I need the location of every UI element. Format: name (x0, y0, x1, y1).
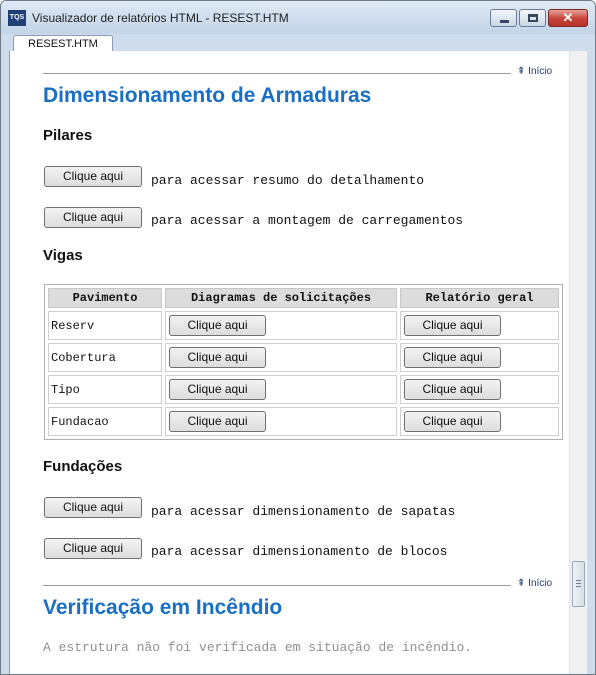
table-row: Fundacao Clique aqui Clique aqui (48, 407, 559, 436)
inicio-label: Início (528, 578, 553, 589)
tab-strip: RESEST.HTM (9, 34, 587, 52)
incendio-title: Verificação em Incêndio (43, 596, 283, 619)
inicio-label: Início (528, 66, 553, 77)
inicio-link[interactable]: ⇞ Início (517, 578, 552, 589)
diagramas-button[interactable]: Clique aqui (169, 411, 266, 432)
pavimento-cell: Reserv (48, 311, 162, 340)
col-diagramas: Diagramas de solicitações (165, 288, 397, 308)
report-page: ⇞ Início Dimensionamento de Armaduras Pi… (10, 51, 569, 674)
relatorio-cell: Clique aqui (400, 375, 559, 404)
maximize-button[interactable] (519, 9, 546, 27)
tab-resest[interactable]: RESEST.HTM (13, 35, 113, 52)
report-content: ⇞ Início Dimensionamento de Armaduras Pi… (9, 51, 587, 674)
vertical-scrollbar[interactable] (569, 51, 587, 674)
diagramas-button[interactable]: Clique aqui (169, 379, 266, 400)
window-title: Visualizador de relatórios HTML - RESEST… (32, 11, 289, 25)
table-row: Cobertura Clique aqui Clique aqui (48, 343, 559, 372)
page-up-icon: ⇞ (517, 66, 526, 77)
vigas-table: Pavimento Diagramas de solicitações Rela… (44, 284, 563, 440)
fundacoes-sapatas-text: para acessar dimensionamento de sapatas (151, 504, 456, 519)
section-divider (43, 585, 511, 586)
fundacoes-blocos-text: para acessar dimensionamento de blocos (151, 544, 448, 559)
pilares-montagem-text: para acessar a montagem de carregamentos (151, 213, 464, 228)
close-button[interactable]: ✕ (548, 9, 588, 27)
pilares-resumo-button[interactable]: Clique aqui (44, 166, 142, 187)
relatorio-button[interactable]: Clique aqui (404, 411, 501, 432)
relatorio-button[interactable]: Clique aqui (404, 347, 501, 368)
diagramas-cell: Clique aqui (165, 375, 397, 404)
relatorio-cell: Clique aqui (400, 407, 559, 436)
armaduras-title: Dimensionamento de Armaduras (43, 84, 372, 107)
relatorio-button[interactable]: Clique aqui (404, 315, 501, 336)
diagramas-button[interactable]: Clique aqui (169, 315, 266, 336)
table-header-row: Pavimento Diagramas de solicitações Rela… (48, 288, 559, 308)
tqs-app-icon: TQS (8, 10, 26, 26)
page-up-icon: ⇞ (517, 578, 526, 589)
pilares-heading: Pilares (43, 127, 93, 144)
section-divider (43, 73, 511, 74)
fundacoes-blocos-button[interactable]: Clique aqui (44, 538, 142, 559)
diagramas-cell: Clique aqui (165, 343, 397, 372)
fundacoes-heading: Fundações (43, 458, 123, 475)
table-row: Tipo Clique aqui Clique aqui (48, 375, 559, 404)
col-relatorio: Relatório geral (400, 288, 559, 308)
pilares-montagem-button[interactable]: Clique aqui (44, 207, 142, 228)
pavimento-cell: Fundacao (48, 407, 162, 436)
close-icon: ✕ (562, 10, 574, 25)
pavimento-cell: Cobertura (48, 343, 162, 372)
col-pavimento: Pavimento (48, 288, 162, 308)
minimize-button[interactable] (490, 9, 517, 27)
incendio-text: A estrutura não foi verificada em situaç… (43, 640, 473, 655)
pavimento-cell: Tipo (48, 375, 162, 404)
maximize-icon (528, 14, 538, 22)
diagramas-cell: Clique aqui (165, 407, 397, 436)
diagramas-button[interactable]: Clique aqui (169, 347, 266, 368)
relatorio-button[interactable]: Clique aqui (404, 379, 501, 400)
inicio-link[interactable]: ⇞ Início (517, 66, 552, 77)
vigas-heading: Vigas (43, 247, 83, 264)
report-viewer-window: TQS Visualizador de relatórios HTML - RE… (0, 0, 596, 675)
relatorio-cell: Clique aqui (400, 343, 559, 372)
fundacoes-sapatas-button[interactable]: Clique aqui (44, 497, 142, 518)
pilares-resumo-text: para acessar resumo do detalhamento (151, 173, 425, 188)
table-row: Reserv Clique aqui Clique aqui (48, 311, 559, 340)
scrollbar-thumb[interactable] (572, 561, 585, 607)
relatorio-cell: Clique aqui (400, 311, 559, 340)
diagramas-cell: Clique aqui (165, 311, 397, 340)
title-bar: TQS Visualizador de relatórios HTML - RE… (1, 1, 595, 34)
minimize-icon (500, 20, 509, 23)
